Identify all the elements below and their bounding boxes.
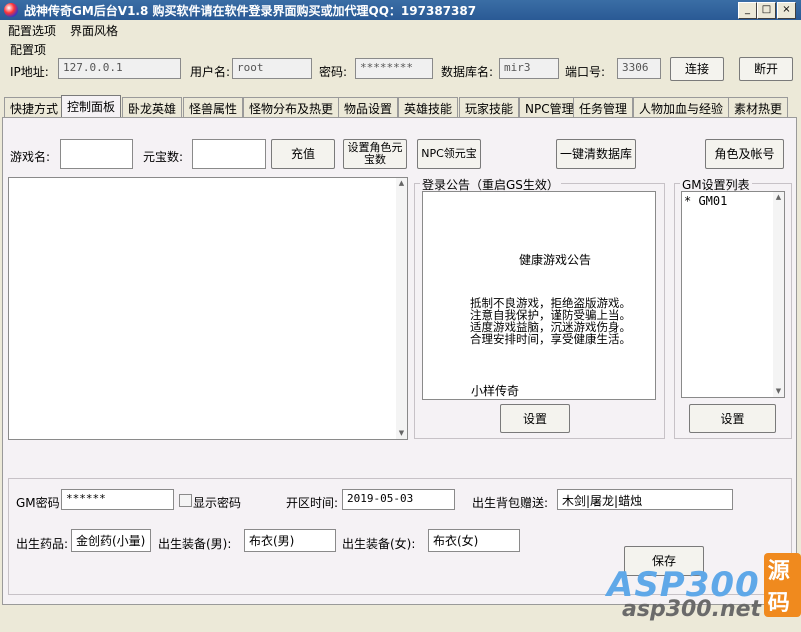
gm-set-button[interactable]: 设置 (689, 404, 776, 433)
user-input[interactable]: root (232, 58, 312, 79)
set-role-yuanbao-button[interactable]: 设置角色元 宝数 (343, 139, 407, 169)
pwd-label: 密码: (319, 65, 348, 79)
recharge-button[interactable]: 充值 (271, 139, 335, 169)
gm-password-label: GM密码: (16, 496, 64, 510)
gm-listbox[interactable]: * GM01 ▲ ▼ (681, 191, 785, 398)
open-time-input[interactable]: 2019-05-03 (342, 489, 455, 510)
menu-config-options[interactable]: 配置选项 (8, 22, 56, 39)
connect-button[interactable]: 连接 (670, 57, 724, 81)
tab-hp-exp[interactable]: 人物加血与经验 (633, 97, 730, 117)
pwd-input[interactable]: ******** (355, 58, 433, 79)
scroll-down-icon[interactable]: ▼ (773, 386, 784, 397)
menu-ui-style[interactable]: 界面风格 (70, 22, 118, 39)
app-icon (4, 3, 18, 17)
ip-input[interactable]: 127.0.0.1 (58, 58, 181, 79)
gm-list-scrollbar[interactable]: ▲ ▼ (773, 192, 784, 397)
db-input[interactable]: mir3 (499, 58, 559, 79)
tab-shortcuts[interactable]: 快捷方式 (4, 97, 65, 117)
set-role-yuanbao-line2: 宝数 (364, 153, 386, 166)
ip-label: IP地址: (10, 65, 49, 79)
scroll-up-icon[interactable]: ▲ (773, 192, 784, 203)
port-input[interactable]: 3306 (617, 58, 661, 79)
yuanbao-label: 元宝数: (143, 150, 184, 164)
equip-male-input[interactable]: 布衣(男) (244, 529, 336, 552)
role-account-button[interactable]: 角色及帐号 (705, 139, 784, 169)
notice-footer: 小样传奇 (471, 384, 520, 398)
notice-line: 合理安排时间，享受健康生活。 (470, 332, 631, 346)
bag-gift-label: 出生背包赠送: (472, 496, 549, 510)
potion-input[interactable]: 金创药(小量) (71, 529, 151, 552)
tab-item-settings[interactable]: 物品设置 (338, 97, 399, 117)
notice-heading: 健康游戏公告 (519, 253, 592, 267)
user-label: 用户名: (190, 65, 231, 79)
tab-quest-manage[interactable]: 任务管理 (573, 97, 634, 117)
notice-set-button[interactable]: 设置 (500, 404, 570, 433)
tab-control-panel[interactable]: 控制面板 (61, 95, 122, 118)
notice-textarea[interactable]: 健康游戏公告 抵制不良游戏，拒绝盗版游戏。 注意自我保护，谨防受骗上当。 适度游… (422, 191, 656, 400)
tab-wolong-hero[interactable]: 卧龙英雄 (122, 97, 183, 117)
watermark-url: asp300.net (622, 597, 762, 622)
menu-bar (0, 20, 801, 39)
maximize-button[interactable]: □ (757, 2, 776, 19)
game-name-label: 游戏名: (10, 150, 51, 164)
show-password-label: 显示密码 (193, 496, 242, 510)
watermark-tag: 源码 (763, 553, 801, 617)
notice-body: 抵制不良游戏，拒绝盗版游戏。 注意自我保护，谨防受骗上当。 适度游戏益脑，沉迷游… (470, 297, 631, 345)
port-label: 端口号: (565, 65, 606, 79)
tab-npc-manage[interactable]: NPC管理 (519, 97, 580, 117)
disconnect-button[interactable]: 断开 (739, 57, 793, 81)
tab-monster-spawn[interactable]: 怪物分布及热更 (243, 97, 340, 117)
log-scrollbar[interactable]: ▲ ▼ (396, 178, 407, 439)
npc-yuanbao-button[interactable]: NPC领元宝 (417, 139, 481, 169)
equip-female-label: 出生装备(女): (342, 537, 416, 551)
window-title: 战神传奇GM后台V1.8 购买软件请在软件登录界面购买或加代理QQ：197387… (24, 4, 477, 18)
yuanbao-input[interactable] (192, 139, 266, 169)
db-label: 数据库名: (441, 65, 494, 79)
potion-label: 出生药品: (16, 537, 69, 551)
scroll-up-icon[interactable]: ▲ (396, 178, 407, 189)
tab-player-skills[interactable]: 玩家技能 (459, 97, 520, 117)
tab-asset-hotfix[interactable]: 素材热更 (728, 97, 789, 117)
show-password-checkbox[interactable] (179, 494, 192, 507)
close-button[interactable]: × (777, 2, 796, 19)
minimize-button[interactable]: _ (738, 2, 757, 19)
tab-monster-attr[interactable]: 怪兽属性 (183, 97, 244, 117)
gm-list-item[interactable]: * GM01 (684, 194, 727, 208)
game-name-input[interactable] (60, 139, 133, 169)
equip-female-input[interactable]: 布衣(女) (428, 529, 520, 552)
log-textarea[interactable]: ▲ ▼ (8, 177, 408, 440)
tab-hero-skills[interactable]: 英雄技能 (398, 97, 459, 117)
config-section-title: 配置项 (10, 43, 47, 57)
bag-gift-input[interactable]: 木剑|屠龙|蜡烛 (557, 489, 733, 510)
equip-male-label: 出生装备(男): (158, 537, 232, 551)
open-time-label: 开区时间: (286, 496, 339, 510)
scroll-down-icon[interactable]: ▼ (396, 428, 407, 439)
clear-database-button[interactable]: 一键清数据库 (556, 139, 636, 169)
gm-password-input[interactable]: ****** (61, 489, 174, 510)
